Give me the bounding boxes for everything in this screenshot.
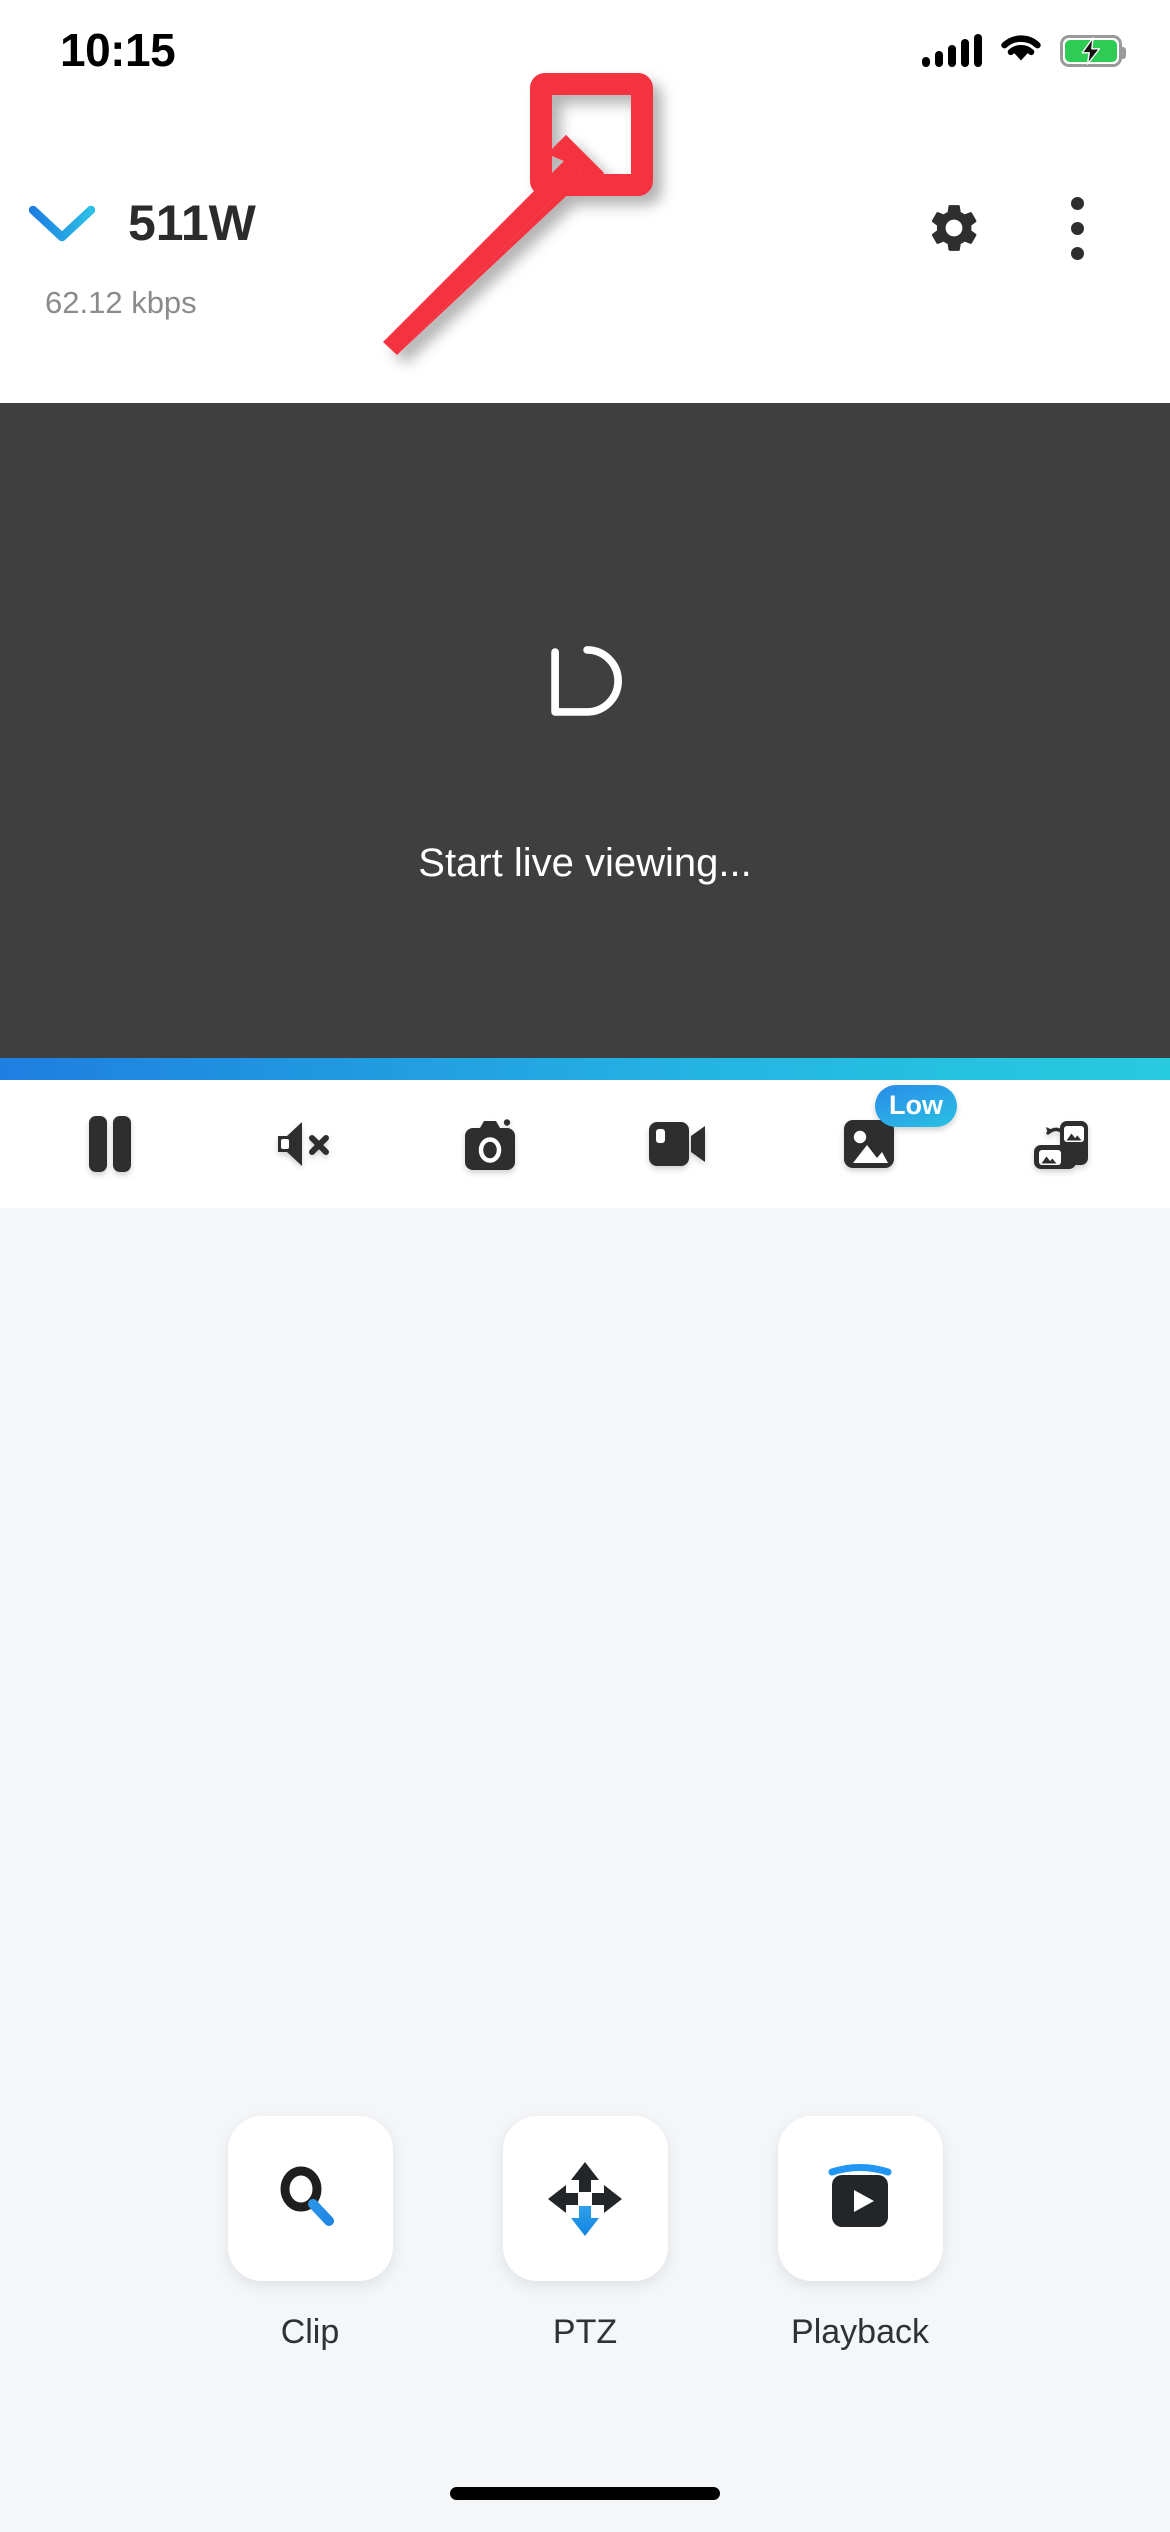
settings-button[interactable] (912, 186, 996, 270)
rotate-layout-icon (1028, 1115, 1094, 1173)
accent-gradient-bar (0, 1058, 1170, 1080)
chevron-down-icon (29, 205, 95, 242)
quick-actions: Clip PTZ Playback (0, 2116, 1170, 2353)
camera-selector-button[interactable] (26, 188, 98, 260)
live-view-status: Start live viewing... (418, 841, 752, 885)
video-camera-icon (646, 1118, 708, 1170)
speaker-mute-icon (272, 1116, 334, 1172)
gear-icon (931, 205, 977, 251)
bitrate-label: 62.12 kbps (45, 285, 197, 320)
layout-button[interactable] (1001, 1089, 1121, 1199)
quality-badge: Low (875, 1085, 957, 1127)
quality-button[interactable]: Low (809, 1085, 957, 1199)
clip-label: Clip (280, 2313, 340, 2351)
playback-action[interactable]: Playback (777, 2116, 943, 2353)
more-options-button[interactable] (1035, 186, 1119, 270)
ptz-action[interactable]: PTZ (502, 2116, 668, 2353)
app-screen: 10:15 511W 62.12 kbps Start live viewing… (0, 0, 1170, 2532)
more-vertical-icon (1070, 196, 1084, 210)
lower-panel: Clip PTZ Playback (0, 1208, 1170, 2532)
loading-spinner-icon (551, 646, 622, 716)
status-icons (922, 28, 1126, 74)
status-time: 10:15 (60, 24, 176, 76)
clip-action[interactable]: Clip (227, 2116, 393, 2353)
clip-button[interactable] (227, 2116, 393, 2281)
ptz-button[interactable] (502, 2116, 668, 2281)
pause-icon (87, 1115, 133, 1173)
magnifier-icon (280, 2166, 334, 2226)
mute-button[interactable] (243, 1089, 363, 1199)
snapshot-button[interactable] (430, 1089, 550, 1199)
wifi-icon (1000, 33, 1042, 70)
status-bar: 10:15 (0, 0, 1170, 100)
pause-button[interactable] (50, 1089, 170, 1199)
playback-label: Playback (791, 2313, 929, 2351)
cellular-signal-icon (922, 34, 982, 67)
image-quality-icon: Low (841, 1085, 957, 1171)
home-indicator (450, 2487, 720, 2500)
ptz-label: PTZ (552, 2313, 618, 2351)
record-button[interactable] (617, 1089, 737, 1199)
playback-play-icon (828, 2163, 892, 2227)
playback-button[interactable] (777, 2116, 943, 2281)
battery-charging-icon (1060, 35, 1126, 67)
playback-controls-toolbar: Low (0, 1080, 1170, 1208)
camera-header: 511W 62.12 kbps (0, 100, 1170, 503)
pan-tilt-zoom-icon (548, 2161, 622, 2236)
camera-icon (461, 1116, 519, 1172)
live-view-area[interactable]: Start live viewing... (0, 403, 1170, 1058)
camera-name: 511W (128, 195, 256, 251)
